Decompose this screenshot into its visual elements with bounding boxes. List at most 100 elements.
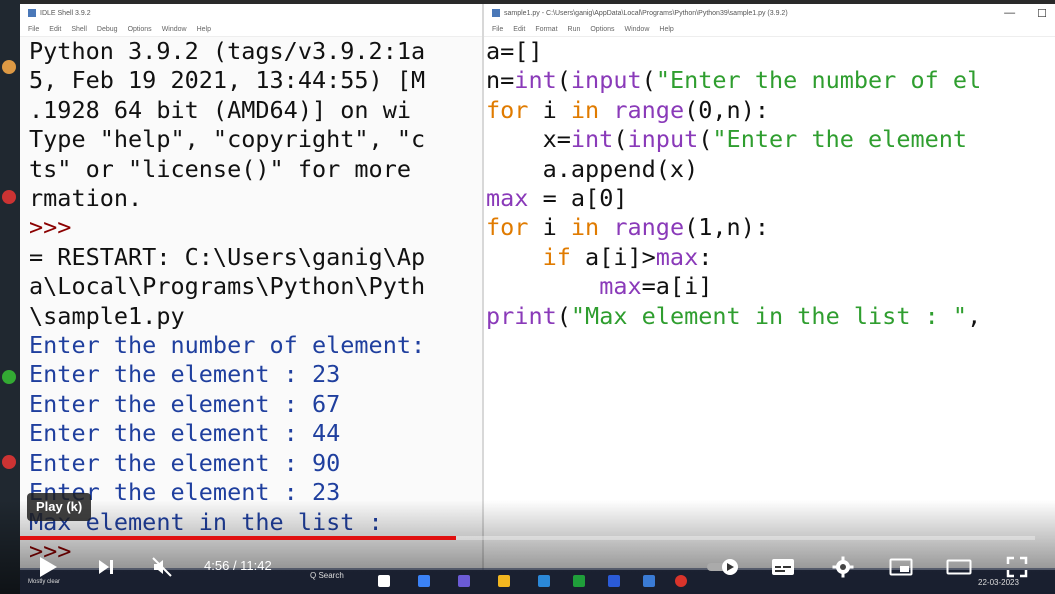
editor-title: sample1.py - C:\Users\ganig\AppData\Loca… (504, 9, 788, 17)
code-token: "Enter the number of el (655, 66, 982, 95)
code-token: in (570, 213, 600, 242)
editor-menu-run[interactable]: Run (568, 26, 581, 33)
gear-icon (832, 556, 854, 578)
editor-menu-edit[interactable]: Edit (513, 26, 525, 33)
editor-menu-format[interactable]: Format (535, 26, 557, 33)
code-token: max (599, 272, 642, 301)
editor-line: print("Max element in the list : ", (486, 302, 1055, 331)
next-button[interactable] (86, 548, 126, 586)
editor-menu-options[interactable]: Options (590, 26, 614, 33)
player-controls: 4:56 / 11:42 (0, 548, 1055, 588)
theater-mode-button[interactable] (939, 548, 979, 586)
time-display: 4:56 / 11:42 (204, 558, 272, 573)
fullscreen-button[interactable] (997, 548, 1037, 586)
code-token: "Enter the element (712, 125, 968, 154)
code-token: i (528, 95, 571, 124)
code-token: ( (641, 66, 656, 95)
editor-line: max = a[0] (486, 184, 1055, 213)
shell-menu-options[interactable]: Options (128, 26, 152, 33)
miniplayer-icon (889, 558, 913, 576)
code-token: range (613, 213, 685, 242)
shell-line: >>> (29, 213, 72, 242)
theater-icon (946, 559, 972, 575)
code-token: ( (556, 66, 571, 95)
minimize-button[interactable]: — (1004, 7, 1015, 20)
shell-line: Enter the number of element: (29, 331, 426, 360)
settings-button[interactable] (823, 548, 863, 586)
subtitles-button[interactable] (763, 548, 803, 586)
code-token: ( (698, 125, 713, 154)
progress-played (20, 536, 457, 540)
code-token: : (698, 242, 713, 271)
shell-line: Enter the element : 67 (29, 389, 341, 418)
shell-titlebar: IDLE Shell 3.9.2 (20, 4, 482, 22)
code-token: (0,n): (684, 95, 769, 124)
maximize-button[interactable]: ☐ (1037, 7, 1047, 20)
editor-code[interactable]: a=[] n=int(input("Enter the number of el f… (484, 37, 1055, 331)
code-token: input (627, 125, 699, 154)
volume-muted-icon (152, 557, 172, 577)
next-icon (99, 560, 113, 574)
miniplayer-button[interactable] (881, 548, 921, 586)
shell-menu-window[interactable]: Window (162, 26, 187, 33)
shell-line: = RESTART: C:\Users\ganig\Ap (29, 242, 426, 271)
video-frame[interactable]: IDLE Shell 3.9.2 File Edit Shell Debug Optio… (0, 0, 1055, 594)
subtitles-icon (772, 559, 794, 575)
editor-line: a.append(x) (486, 155, 1055, 184)
time-total: 11:42 (240, 558, 272, 573)
editor-menubar: File Edit Format Run Options Window Help (484, 22, 1055, 37)
code-token: a.append(x) (486, 154, 699, 183)
idle-shell-window[interactable]: IDLE Shell 3.9.2 File Edit Shell Debug Optio… (20, 4, 482, 570)
editor-window[interactable]: sample1.py - C:\Users\ganig\AppData\Loca… (482, 4, 1055, 570)
editor-line: if a[i]>max: (486, 243, 1055, 272)
shell-menu-shell[interactable]: Shell (71, 26, 87, 33)
autoplay-icon (707, 559, 738, 575)
shell-menu-file[interactable]: File (28, 26, 39, 33)
time-current: 4:56 (204, 558, 230, 573)
shell-menu-help[interactable]: Help (197, 26, 211, 33)
shell-line: Enter the element : 44 (29, 419, 341, 448)
play-button[interactable] (28, 548, 68, 586)
shell-line: ts" or "license()" for more (29, 154, 412, 183)
code-token: input (570, 66, 642, 95)
desktop-icon (2, 60, 16, 74)
editor-line: a=[] (486, 37, 1055, 66)
shell-title: IDLE Shell 3.9.2 (40, 9, 91, 17)
shell-line: Enter the element : 23 (29, 360, 341, 389)
progress-bar[interactable] (20, 536, 1035, 540)
shell-line: Python 3.9.2 (tags/v3.9.2:1a (29, 37, 426, 65)
shell-line: Enter the element : 90 (29, 448, 341, 477)
code-token: max (655, 242, 699, 271)
code-token: max (486, 184, 529, 213)
desktop-icon (2, 370, 16, 384)
editor-menu-help[interactable]: Help (659, 26, 673, 33)
code-token: if (542, 242, 571, 271)
code-token: a[i]> (570, 242, 656, 271)
code-token: range (613, 95, 685, 124)
play-icon (40, 557, 57, 577)
python-icon (28, 9, 36, 17)
desktop-icon (2, 455, 16, 469)
mute-button[interactable] (142, 548, 182, 586)
code-token: print (486, 301, 557, 330)
shell-line: a\Local\Programs\Python\Pyth (29, 272, 426, 301)
editor-menu-file[interactable]: File (492, 26, 503, 33)
code-token: n= (486, 66, 515, 95)
editor-menu-window[interactable]: Window (624, 26, 649, 33)
shell-output[interactable]: Python 3.9.2 (tags/v3.9.2:1a 5, Feb 19 20… (20, 37, 482, 566)
code-token: ( (613, 125, 628, 154)
editor-line: x=int(input("Enter the element (486, 125, 1055, 154)
autoplay-toggle[interactable] (703, 548, 743, 586)
code-token: x= (486, 125, 571, 154)
code-token: for (486, 213, 529, 242)
code-token: i (528, 213, 571, 242)
shell-menu-edit[interactable]: Edit (49, 26, 61, 33)
code-token: "Max element in the list : " (570, 301, 968, 330)
code-token: , (967, 301, 982, 330)
fullscreen-icon (1006, 556, 1028, 578)
shell-menu-debug[interactable]: Debug (97, 26, 118, 33)
